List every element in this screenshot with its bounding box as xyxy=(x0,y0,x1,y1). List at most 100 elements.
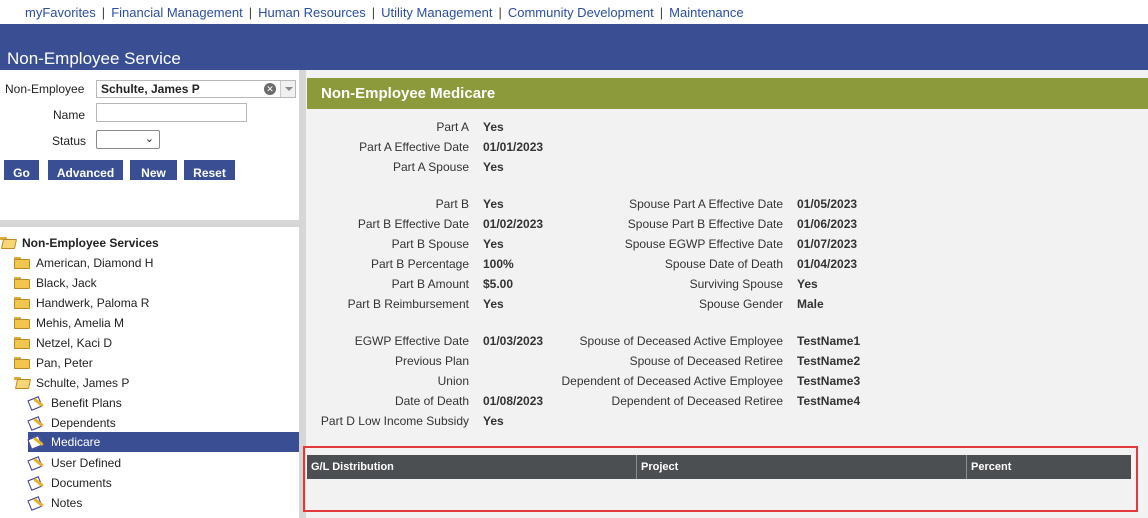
tree-item-notes[interactable]: Notes xyxy=(27,493,299,513)
tree-item-label: Netzel, Kaci D xyxy=(36,336,113,350)
edit-document-icon xyxy=(27,395,45,411)
non-employee-label: Non-Employee xyxy=(5,82,85,96)
section-title: Non-Employee Medicare xyxy=(321,85,496,102)
nav-human-resources[interactable]: Human Resources xyxy=(258,5,366,20)
dropdown-arrow-icon[interactable] xyxy=(280,81,295,97)
field-value: 100% xyxy=(483,257,514,271)
folder-icon xyxy=(14,297,30,309)
field-value: Yes xyxy=(797,277,818,291)
highlight-box xyxy=(303,446,1138,512)
field-value: TestName1 xyxy=(797,334,861,348)
status-label: Status xyxy=(52,134,87,148)
field-label: Spouse EGWP Effective Date xyxy=(624,237,783,251)
field-value: 01/01/2023 xyxy=(483,140,544,154)
field-value: Yes xyxy=(483,297,504,311)
tree-item-person[interactable]: American, Diamond H xyxy=(14,253,153,273)
nav-myfavorites[interactable]: myFavorites xyxy=(25,5,96,20)
field-label: Date of Death xyxy=(394,394,469,408)
tree-item-label: Dependents xyxy=(51,416,116,430)
folder-icon xyxy=(14,257,30,269)
reset-button[interactable]: Reset xyxy=(184,160,235,180)
field-label: Spouse of Deceased Retiree xyxy=(629,354,783,368)
tree-item-documents[interactable]: Documents xyxy=(27,473,299,493)
panel-splitter-horizontal[interactable] xyxy=(0,220,299,227)
clear-icon[interactable]: ✕ xyxy=(264,83,276,95)
edit-document-icon xyxy=(27,495,45,511)
nav-maintenance[interactable]: Maintenance xyxy=(669,5,743,20)
tree-item-person-expanded[interactable]: Schulte, James P xyxy=(14,373,129,393)
non-employee-combobox[interactable]: Schulte, James P ✕ xyxy=(96,80,296,98)
non-employee-value: Schulte, James P xyxy=(101,82,200,96)
go-button[interactable]: Go xyxy=(4,160,39,180)
field-value: TestName3 xyxy=(797,374,861,388)
advanced-button[interactable]: Advanced xyxy=(48,160,123,180)
field-label: Dependent of Deceased Retiree xyxy=(611,394,783,408)
tree-item-label: User Defined xyxy=(51,456,122,470)
field-label: Dependent of Deceased Active Employee xyxy=(561,374,783,388)
folder-icon xyxy=(14,357,30,369)
tree-item-label: Pan, Peter xyxy=(36,356,93,370)
field-value: 01/05/2023 xyxy=(797,197,858,211)
tree-item-person[interactable]: Handwerk, Paloma R xyxy=(14,293,149,313)
field-value: 01/03/2023 xyxy=(483,334,544,348)
tree-root-label: Non-Employee Services xyxy=(22,236,159,250)
tree-item-label: Schulte, James P xyxy=(36,376,130,390)
field-label: Spouse Gender xyxy=(698,297,783,311)
field-label: Part D Low Income Subsidy xyxy=(320,414,469,428)
field-label: Part A Effective Date xyxy=(359,140,469,154)
field-value: TestName2 xyxy=(797,354,861,368)
new-button[interactable]: New xyxy=(130,160,177,180)
folder-icon xyxy=(14,337,30,349)
field-label: Part B Spouse xyxy=(391,237,469,251)
nav-separator: | xyxy=(371,4,376,20)
tree-item-medicare[interactable]: Medicare xyxy=(27,432,299,452)
tree-item-label: Medicare xyxy=(51,435,101,449)
status-select[interactable]: ⌄ xyxy=(96,130,160,149)
edit-document-icon xyxy=(27,434,45,450)
tree-item-label: Mehis, Amelia M xyxy=(36,316,125,330)
field-value: Yes xyxy=(483,237,504,251)
nav-utility-management[interactable]: Utility Management xyxy=(381,5,492,20)
tree-item-label: Documents xyxy=(51,476,112,490)
field-value: 01/08/2023 xyxy=(483,394,544,408)
tree-item-user-defined[interactable]: User Defined xyxy=(27,453,299,473)
folder-icon xyxy=(14,317,30,329)
tree-item-benefit-plans[interactable]: Benefit Plans xyxy=(27,393,299,413)
folder-open-icon xyxy=(0,237,18,249)
page-banner: Non-Employee Service xyxy=(0,24,1148,70)
field-label: Spouse Part A Effective Date xyxy=(629,197,783,211)
field-label: Part B xyxy=(435,197,469,211)
page-title: Non-Employee Service xyxy=(7,49,181,68)
top-navigation: myFavorites | Financial Management | Hum… xyxy=(0,0,1148,24)
field-label: Part B Reimbursement xyxy=(347,297,469,311)
edit-document-icon xyxy=(27,415,45,431)
tree-item-person[interactable]: Netzel, Kaci D xyxy=(14,333,112,353)
nav-community-development[interactable]: Community Development xyxy=(508,5,654,20)
name-input[interactable] xyxy=(96,103,247,122)
field-value: 01/02/2023 xyxy=(483,217,544,231)
field-value: Yes xyxy=(483,414,504,428)
tree-item-person[interactable]: Pan, Peter xyxy=(14,353,93,373)
name-row: Name xyxy=(53,108,85,122)
folder-open-icon xyxy=(14,377,32,389)
field-value: Male xyxy=(797,297,824,311)
nav-separator: | xyxy=(101,4,106,20)
tree-root[interactable]: Non-Employee Services xyxy=(0,233,159,253)
tree-item-person[interactable]: Mehis, Amelia M xyxy=(14,313,124,333)
edit-document-icon xyxy=(27,475,45,491)
nav-separator: | xyxy=(659,4,664,20)
field-label: Surviving Spouse xyxy=(689,277,783,291)
nav-separator: | xyxy=(498,4,502,20)
tree-item-dependents[interactable]: Dependents xyxy=(27,413,299,433)
field-label: Part A xyxy=(436,120,469,134)
tree-item-person[interactable]: Black, Jack xyxy=(14,273,97,293)
field-value: 01/06/2023 xyxy=(797,217,858,231)
tree-item-label: American, Diamond H xyxy=(36,256,154,270)
field-value: Yes xyxy=(483,197,504,211)
field-label: Part A Spouse xyxy=(392,160,469,174)
nav-financial-management[interactable]: Financial Management xyxy=(111,5,243,20)
field-label: EGWP Effective Date xyxy=(354,334,469,348)
name-label: Name xyxy=(53,108,86,122)
status-row: Status xyxy=(52,134,86,148)
field-label: Previous Plan xyxy=(394,354,469,368)
